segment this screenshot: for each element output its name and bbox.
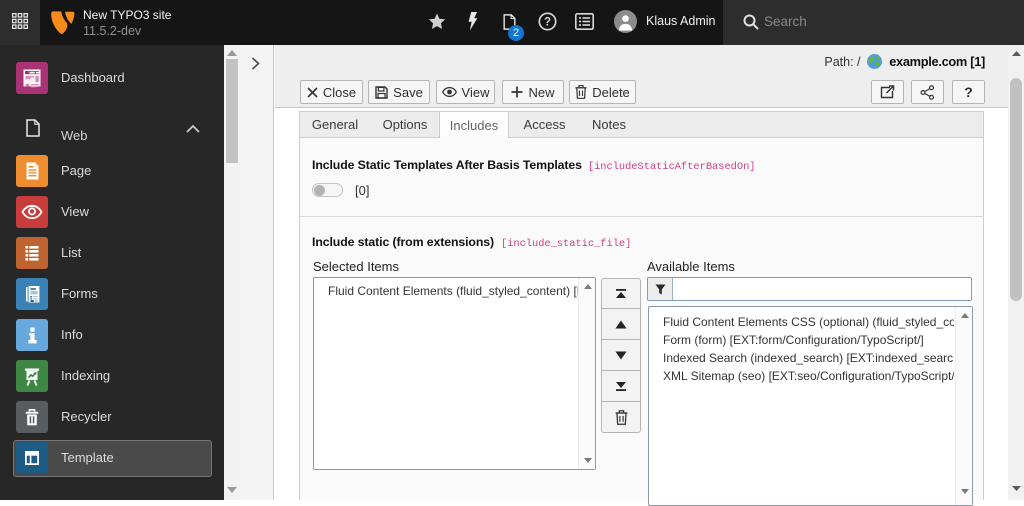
svg-text:?: ?	[544, 17, 551, 29]
